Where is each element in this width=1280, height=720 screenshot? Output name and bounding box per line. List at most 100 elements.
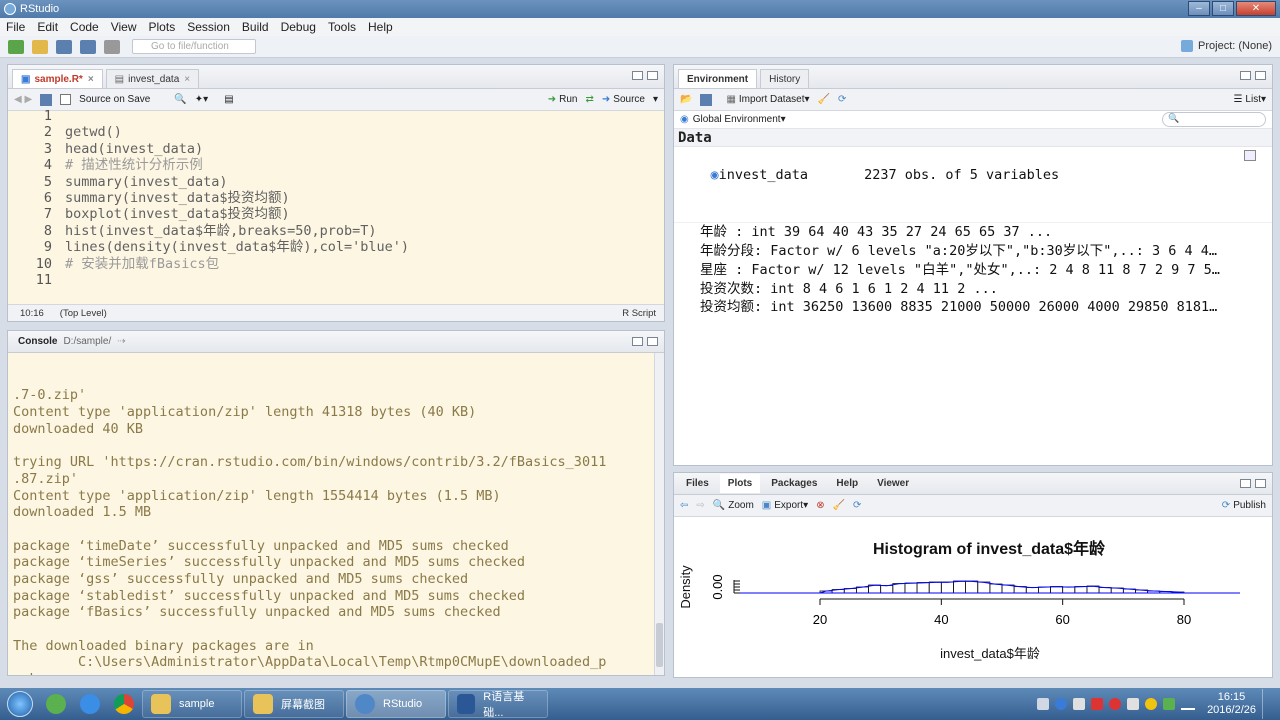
menu-file[interactable]: File: [0, 20, 31, 34]
tab-viewer[interactable]: Viewer: [869, 474, 917, 493]
volume-icon[interactable]: [1127, 698, 1140, 710]
search-icon[interactable]: 🔍: [174, 94, 186, 105]
taskbar-word[interactable]: R语言基础...: [448, 690, 548, 719]
run-button[interactable]: ➜ Run: [548, 94, 578, 105]
load-workspace-icon[interactable]: 📂: [680, 94, 692, 105]
print-icon[interactable]: [104, 39, 120, 54]
tab-environment[interactable]: Environment: [678, 69, 758, 88]
broom-icon[interactable]: 🧹: [818, 94, 830, 105]
refresh-icon[interactable]: ⟳: [853, 500, 861, 511]
network-icon[interactable]: [1181, 698, 1196, 710]
tab-history[interactable]: History: [760, 69, 810, 88]
source-button[interactable]: ➜ Source ▾: [602, 94, 658, 105]
code-line[interactable]: [65, 108, 409, 124]
code-line[interactable]: [65, 272, 409, 288]
broom-icon[interactable]: 🧹: [833, 500, 845, 511]
menu-edit[interactable]: Edit: [31, 20, 64, 34]
environment-scope[interactable]: Global Environment: [693, 114, 781, 125]
console-output[interactable]: .7-0.zip' Content type 'application/zip' …: [8, 353, 655, 675]
menu-view[interactable]: View: [105, 20, 143, 34]
compile-report-icon[interactable]: ▤: [224, 94, 233, 105]
save-icon[interactable]: [40, 93, 53, 106]
code-line[interactable]: head(invest_data): [65, 141, 409, 157]
view-mode-menu[interactable]: ☰ List ▾: [1233, 94, 1266, 105]
tab-plots[interactable]: Plots: [719, 474, 761, 493]
save-icon[interactable]: [56, 39, 72, 54]
clock[interactable]: 16:15 2016/2/26: [1207, 691, 1256, 717]
tray-icon[interactable]: [1163, 698, 1176, 710]
minimize-button[interactable]: –: [1188, 1, 1210, 16]
show-desktop-button[interactable]: [1262, 689, 1274, 719]
expand-icon[interactable]: ◉: [711, 167, 719, 183]
taskbar-screenshots[interactable]: 屏幕截图: [244, 690, 344, 718]
code-line[interactable]: boxplot(invest_data$投资均额): [65, 206, 409, 222]
code-line[interactable]: # 描述性统计分析示例: [65, 157, 409, 173]
remove-plot-icon[interactable]: ⊗: [816, 500, 824, 511]
code-editor[interactable]: 1 2 3 4 5 6 7 8 9 10 11 getwd() head(invest_data) # …: [8, 108, 664, 306]
export-button[interactable]: ▣ Export ▾: [762, 500, 808, 511]
tab-invest-data[interactable]: ▤ invest_data ×: [105, 69, 200, 88]
close-button[interactable]: ✕: [1236, 1, 1276, 16]
taskbar-sample[interactable]: sample: [142, 690, 242, 718]
tab-packages[interactable]: Packages: [763, 474, 825, 493]
code-line[interactable]: hist(invest_data$年龄,breaks=50,prob=T): [65, 223, 409, 239]
new-file-icon[interactable]: [8, 39, 24, 54]
rerun-icon[interactable]: ⇄: [586, 94, 594, 105]
tray-icon[interactable]: [1109, 698, 1122, 710]
file-type-selector[interactable]: R Script: [622, 308, 656, 319]
tray-icon[interactable]: [1073, 698, 1086, 710]
menu-build[interactable]: Build: [236, 20, 275, 34]
minimize-pane-icon[interactable]: [1240, 71, 1251, 80]
previous-plot-icon[interactable]: ⇦: [680, 500, 688, 511]
code-line[interactable]: # 安装并加载fBasics包: [65, 256, 409, 272]
minimize-pane-icon[interactable]: [1240, 479, 1251, 488]
minimize-pane-icon[interactable]: [632, 337, 643, 346]
tab-sample-r[interactable]: ▣ sample.R* ×: [12, 69, 103, 88]
code-line[interactable]: summary(invest_data): [65, 174, 409, 190]
tab-files[interactable]: Files: [678, 474, 717, 493]
back-icon[interactable]: ◀ ▶: [14, 94, 32, 105]
goto-file-input[interactable]: Go to file/function: [132, 39, 256, 54]
maximize-pane-icon[interactable]: [1255, 479, 1266, 488]
maximize-pane-icon[interactable]: [1255, 71, 1266, 80]
taskbar-pin-1[interactable]: [40, 690, 72, 718]
close-tab-icon[interactable]: ×: [184, 74, 190, 85]
code-line[interactable]: summary(invest_data$投资均额): [65, 190, 409, 206]
taskbar-pin-2[interactable]: [74, 690, 106, 718]
source-on-save-checkbox[interactable]: [60, 94, 72, 105]
environment-object-row[interactable]: ◉invest_data 2237 obs. of 5 variables: [674, 147, 1272, 224]
scrollbar-thumb[interactable]: [656, 623, 663, 667]
scope-selector[interactable]: (Top Level): [60, 308, 107, 319]
start-button[interactable]: [0, 689, 40, 719]
code-line[interactable]: lines(density(invest_data$年龄),col='blue'…: [65, 239, 409, 255]
menu-tools[interactable]: Tools: [322, 20, 362, 34]
publish-button[interactable]: ⟳ Publish: [1222, 500, 1266, 511]
close-tab-icon[interactable]: ×: [88, 74, 94, 85]
save-all-icon[interactable]: [80, 39, 96, 54]
console-scrollbar[interactable]: [654, 353, 664, 675]
tray-icon[interactable]: [1055, 698, 1068, 710]
wand-icon[interactable]: ✦▾: [195, 94, 208, 105]
taskbar-rstudio[interactable]: RStudio: [346, 690, 446, 718]
next-plot-icon[interactable]: ⇨: [696, 500, 704, 511]
minimize-pane-icon[interactable]: [632, 71, 643, 80]
goto-directory-icon[interactable]: ⇢: [117, 336, 125, 347]
maximize-pane-icon[interactable]: [647, 337, 658, 346]
open-project-icon[interactable]: [32, 39, 48, 54]
code-line[interactable]: getwd(): [65, 124, 409, 140]
save-workspace-icon[interactable]: [700, 93, 713, 106]
environment-search-input[interactable]: 🔍: [1162, 112, 1266, 127]
view-data-icon[interactable]: [1244, 150, 1256, 161]
code-text[interactable]: getwd() head(invest_data) # 描述性统计分析示例 summa…: [65, 108, 409, 288]
menu-debug[interactable]: Debug: [275, 20, 322, 34]
zoom-button[interactable]: 🔍 Zoom: [713, 500, 754, 511]
tray-icon[interactable]: [1091, 698, 1104, 710]
maximize-button[interactable]: □: [1212, 1, 1234, 16]
menu-help[interactable]: Help: [362, 20, 399, 34]
maximize-pane-icon[interactable]: [647, 71, 658, 80]
menu-plots[interactable]: Plots: [143, 20, 182, 34]
taskbar-pin-chrome[interactable]: [108, 690, 140, 718]
refresh-icon[interactable]: ⟳: [838, 94, 846, 105]
menu-code[interactable]: Code: [64, 20, 105, 34]
tray-icon[interactable]: [1145, 698, 1158, 710]
